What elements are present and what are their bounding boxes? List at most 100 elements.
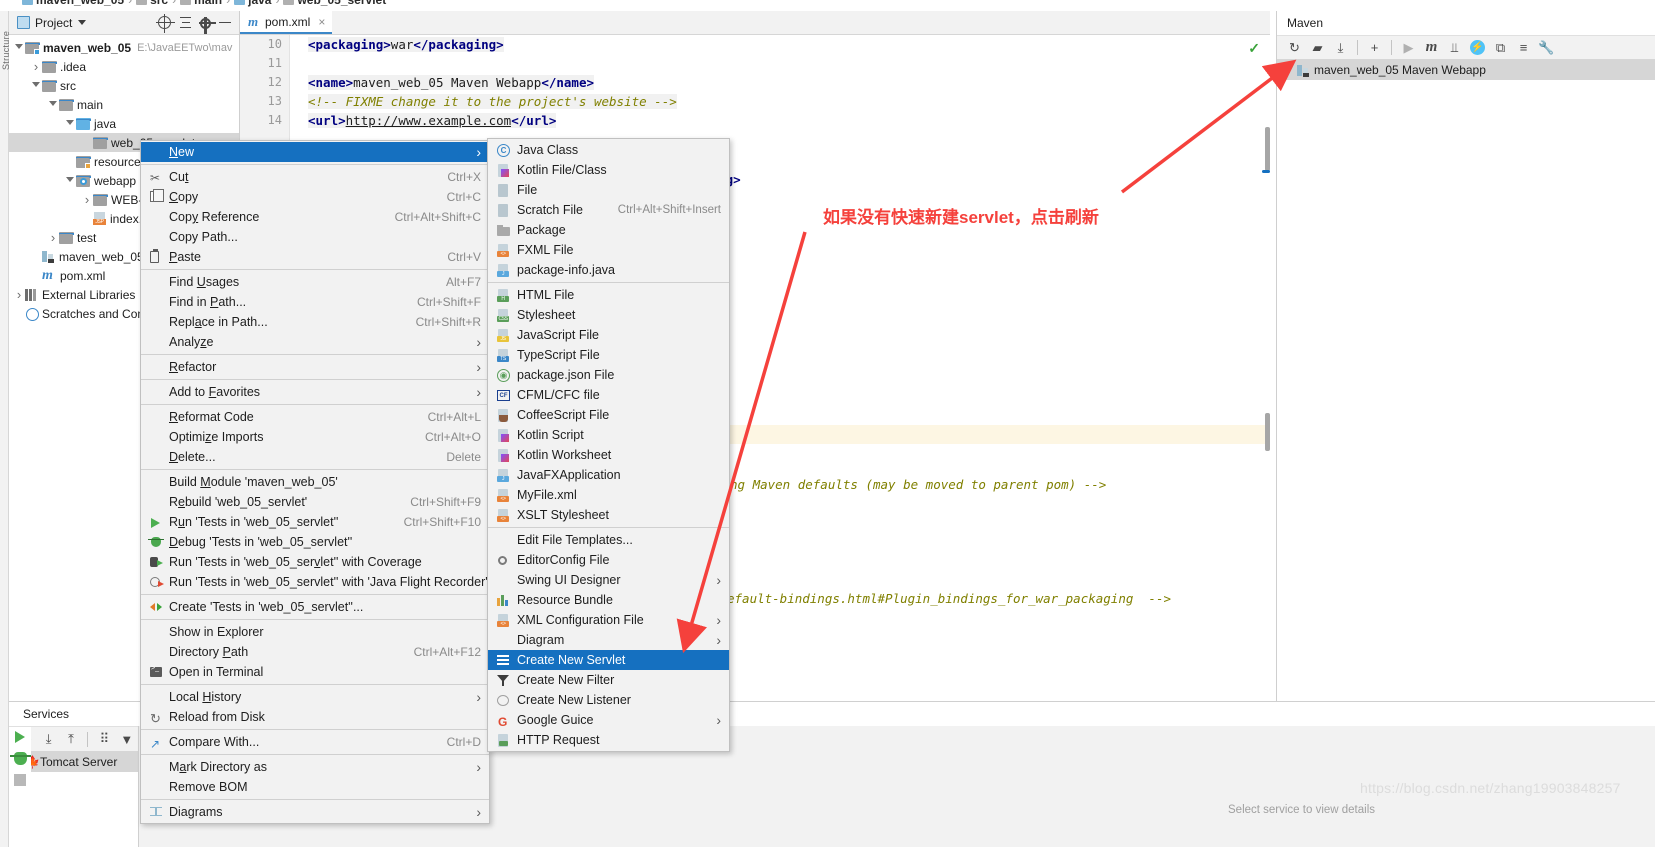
submenu-item-kotlin-worksheet[interactable]: Kotlin Worksheet: [488, 445, 729, 465]
project-panel-title[interactable]: Project: [35, 16, 72, 30]
menu-item-copy-path[interactable]: Copy Path...: [141, 227, 489, 247]
menu-item-remove-bom[interactable]: Remove BOM: [141, 777, 489, 797]
menu-item-create-tests-in-web-05-servlet[interactable]: Create 'Tests in 'web_05_servlet''...: [141, 597, 489, 617]
maven-settings-icon[interactable]: m: [1420, 36, 1443, 59]
menu-item-debug-tests-in-web-05-servlet[interactable]: Debug 'Tests in 'web_05_servlet'': [141, 532, 489, 552]
menu-item-find-in-path[interactable]: Find in Path... Ctrl+Shift+F: [141, 292, 489, 312]
submenu-item-cfml-cfc-file[interactable]: CF CFML/CFC file: [488, 385, 729, 405]
settings-gear-icon[interactable]: [195, 13, 216, 34]
collapse-all-icon[interactable]: ≡: [1512, 36, 1535, 59]
menu-item-copy[interactable]: Copy Ctrl+C: [141, 187, 489, 207]
menu-item-reformat-code[interactable]: Reformat Code Ctrl+Alt+L: [141, 407, 489, 427]
locate-icon[interactable]: [155, 13, 175, 33]
tab-pom-xml[interactable]: m pom.xml ×: [240, 11, 333, 34]
menu-item-analyze[interactable]: Analyze: [141, 332, 489, 352]
scrollbar-thumb[interactable]: [1265, 127, 1270, 171]
menu-item-show-in-explorer[interactable]: Show in Explorer: [141, 622, 489, 642]
chevron-down-icon[interactable]: [13, 43, 25, 53]
submenu-item-package[interactable]: Package: [488, 220, 729, 240]
menu-item-cut[interactable]: ✂ Cut Ctrl+X: [141, 167, 489, 187]
submenu-item-package-info-java[interactable]: Jpackage-info.java: [488, 260, 729, 280]
submenu-item-kotlin-file-class[interactable]: Kotlin File/Class: [488, 160, 729, 180]
chevron-right-icon[interactable]: [30, 59, 42, 74]
submenu-item-xml-configuration-file[interactable]: <> XML Configuration File: [488, 610, 729, 630]
submenu-item-http-request[interactable]: HTTP Request: [488, 730, 729, 750]
menu-item-copy-reference[interactable]: Copy Reference Ctrl+Alt+Shift+C: [141, 207, 489, 227]
menu-item-run-tests-in-web-05-servlet-with-coverage[interactable]: Run 'Tests in 'web_05_servlet'' with Cov…: [141, 552, 489, 572]
maven-toolbar[interactable]: ↻ ▰ ⤓ + ▶ m ⫫ ⚡ ⧉ ≡ 🔧: [1277, 35, 1655, 60]
collapse-all-icon[interactable]: [175, 13, 195, 33]
submenu-item-java-class[interactable]: C Java Class: [488, 140, 729, 160]
reload-all-maven-projects-icon[interactable]: ↻: [1283, 36, 1306, 59]
submenu-item-typescript-file[interactable]: TS TypeScript File: [488, 345, 729, 365]
close-icon[interactable]: ×: [318, 15, 325, 29]
tree-node-main[interactable]: main: [9, 95, 239, 114]
submenu-item-resource-bundle[interactable]: Resource Bundle: [488, 590, 729, 610]
submenu-item-editorconfig-file[interactable]: EditorConfig File: [488, 550, 729, 570]
submenu-item-javascript-file[interactable]: JS JavaScript File: [488, 325, 729, 345]
submenu-item-create-new-filter[interactable]: Create New Filter: [488, 670, 729, 690]
menu-item-open-in-terminal[interactable]: Open in Terminal: [141, 662, 489, 682]
run-actions-strip[interactable]: [9, 727, 31, 847]
new-submenu[interactable]: C Java Class Kotlin File/Class File Scratch …: [487, 138, 730, 752]
menu-item-optimize-imports[interactable]: Optimize Imports Ctrl+Alt+O: [141, 427, 489, 447]
menu-item-compare-with[interactable]: ↗ Compare With... Ctrl+D: [141, 732, 489, 752]
submenu-item-scratch-file[interactable]: Scratch File Ctrl+Alt+Shift+Insert: [488, 200, 729, 220]
menu-item-directory-path[interactable]: Directory Path Ctrl+Alt+F12: [141, 642, 489, 662]
menu-item-diagrams[interactable]: Diagrams: [141, 802, 489, 822]
download-sources-icon[interactable]: ⤓: [1329, 36, 1352, 59]
filter-icon[interactable]: ▼: [116, 728, 138, 751]
tree-node-java[interactable]: java: [9, 114, 239, 133]
menu-item-reload-from-disk[interactable]: ↻ Reload from Disk: [141, 707, 489, 727]
expand-all-icon[interactable]: ⤓: [37, 728, 59, 751]
execute-maven-goal-icon[interactable]: ▶: [1397, 36, 1420, 59]
hide-panel-icon[interactable]: [215, 13, 235, 33]
submenu-item-create-new-listener[interactable]: Create New Listener: [488, 690, 729, 710]
add-maven-project-icon[interactable]: +: [1363, 36, 1386, 59]
chevron-right-icon[interactable]: [81, 192, 93, 207]
toggle-offline-mode-icon[interactable]: ⫫: [1443, 36, 1466, 59]
submenu-item-xslt-stylesheet[interactable]: <> XSLT Stylesheet: [488, 505, 729, 525]
submenu-item-create-new-servlet[interactable]: Create New Servlet: [488, 650, 729, 670]
show-dependencies-icon[interactable]: ⧉: [1489, 36, 1512, 59]
submenu-item-google-guice[interactable]: G Google Guice: [488, 710, 729, 730]
submenu-item-swing-ui-designer[interactable]: Swing UI Designer: [488, 570, 729, 590]
menu-item-mark-directory-as[interactable]: Mark Directory as: [141, 757, 489, 777]
group-by-icon[interactable]: ⠿: [93, 728, 115, 751]
breadcrumb-item-maven-web-05[interactable]: maven_web_05: [36, 0, 124, 7]
submenu-item-file[interactable]: File: [488, 180, 729, 200]
chevron-down-icon[interactable]: [64, 119, 76, 129]
submenu-item-myfile-xml[interactable]: <> MyFile.xml: [488, 485, 729, 505]
stop-button-icon[interactable]: [14, 774, 26, 786]
submenu-item-package-json-file[interactable]: ◉ package.json File: [488, 365, 729, 385]
submenu-item-edit-file-templates[interactable]: Edit File Templates...: [488, 530, 729, 550]
menu-item-local-history[interactable]: Local History: [141, 687, 489, 707]
breadcrumb-item-src[interactable]: src: [150, 0, 168, 7]
menu-item-new[interactable]: New: [141, 142, 489, 162]
chevron-down-icon[interactable]: [47, 100, 59, 110]
submenu-item-stylesheet[interactable]: CSS Stylesheet: [488, 305, 729, 325]
menu-item-replace-in-path[interactable]: Replace in Path... Ctrl+Shift+R: [141, 312, 489, 332]
menu-item-rebuild-web-05-servlet[interactable]: Rebuild 'web_05_servlet' Ctrl+Shift+F9: [141, 492, 489, 512]
maven-project-row[interactable]: maven_web_05 Maven Webapp: [1277, 60, 1655, 80]
tree-node-src[interactable]: src: [9, 76, 239, 95]
chevron-right-icon[interactable]: [47, 230, 59, 245]
chevron-right-icon[interactable]: [13, 287, 25, 302]
context-menu[interactable]: New ✂ Cut Ctrl+X Copy Ctrl+C Copy Reference Ctr…: [140, 140, 490, 824]
toggle-skip-tests-icon[interactable]: ⚡: [1466, 36, 1489, 59]
menu-item-refactor[interactable]: Refactor: [141, 357, 489, 377]
menu-item-paste[interactable]: Paste Ctrl+V: [141, 247, 489, 267]
menu-item-add-to-favorites[interactable]: Add to Favorites: [141, 382, 489, 402]
chevron-down-icon[interactable]: [64, 176, 76, 186]
submenu-item-diagram[interactable]: Diagram: [488, 630, 729, 650]
menu-item-build-module-maven-web-05[interactable]: Build Module 'maven_web_05': [141, 472, 489, 492]
submenu-item-kotlin-script[interactable]: Kotlin Script: [488, 425, 729, 445]
breadcrumb-item-java[interactable]: java: [248, 0, 271, 7]
chevron-down-icon[interactable]: [30, 81, 42, 91]
chevron-down-icon[interactable]: [78, 20, 87, 25]
generate-sources-icon[interactable]: ▰: [1306, 36, 1329, 59]
submenu-item-coffeescript-file[interactable]: CoffeeScript File: [488, 405, 729, 425]
breadcrumb-item-web-05-servlet[interactable]: web_05_servlet: [297, 0, 386, 7]
left-tool-strip[interactable]: Structure: [0, 11, 11, 847]
menu-item-delete[interactable]: Delete... Delete: [141, 447, 489, 467]
